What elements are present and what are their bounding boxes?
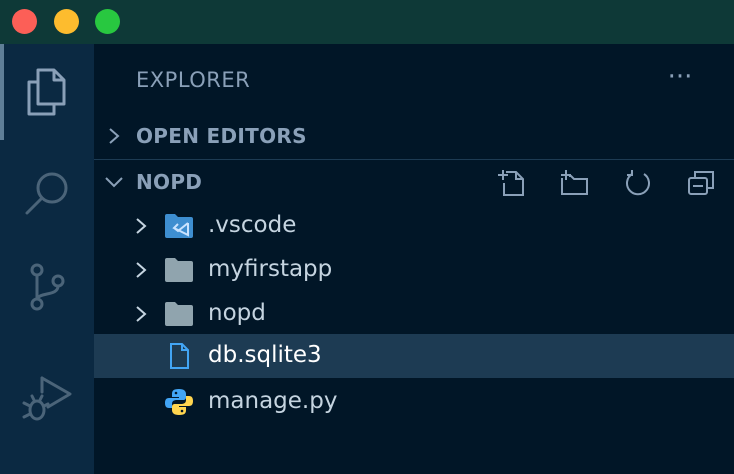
file-icon: [164, 342, 194, 370]
run-debug-icon[interactable]: [18, 364, 76, 422]
folder-icon: [164, 256, 194, 284]
new-folder-icon[interactable]: [559, 168, 589, 198]
explorer-title: EXPLORER: [136, 68, 251, 92]
vscode-folder-icon: [164, 212, 194, 240]
close-window-button[interactable]: [12, 9, 37, 34]
tree-item-manage-py[interactable]: manage.py: [94, 380, 734, 424]
tree-item-nopd[interactable]: nopd: [94, 292, 734, 336]
chevron-down-icon: [105, 177, 123, 188]
python-icon: [164, 388, 194, 416]
folder-icon: [164, 300, 194, 328]
folder-section-nopd[interactable]: NOPD: [94, 159, 734, 204]
item-name: .vscode: [208, 212, 297, 238]
source-control-icon[interactable]: [18, 256, 76, 314]
chevron-right-icon: [136, 218, 147, 234]
chevron-right-icon: [136, 306, 147, 322]
maximize-window-button[interactable]: [95, 9, 120, 34]
new-file-icon[interactable]: [496, 168, 526, 198]
explorer-panel: EXPLORER ··· OPEN EDITORS NOPD .vscode m…: [94, 44, 734, 474]
tree-item-db-sqlite3[interactable]: db.sqlite3: [94, 334, 734, 378]
title-bar: [0, 0, 734, 44]
chevron-right-icon: [109, 128, 120, 144]
tree-item-myfirstapp[interactable]: myfirstapp: [94, 248, 734, 292]
collapse-all-icon[interactable]: [686, 168, 716, 198]
minimize-window-button[interactable]: [54, 9, 79, 34]
item-name: manage.py: [208, 388, 338, 414]
open-editors-section[interactable]: OPEN EDITORS: [94, 114, 734, 158]
more-actions-icon[interactable]: ···: [660, 62, 700, 92]
active-indicator: [0, 44, 4, 140]
item-name: nopd: [208, 300, 266, 326]
files-icon[interactable]: [18, 62, 76, 120]
folder-label: NOPD: [136, 170, 203, 194]
folder-actions: [470, 168, 716, 198]
tree-item-vscode[interactable]: .vscode: [94, 204, 734, 248]
search-icon[interactable]: [18, 166, 76, 224]
chevron-right-icon: [136, 262, 147, 278]
item-name: db.sqlite3: [208, 342, 322, 368]
open-editors-label: OPEN EDITORS: [136, 124, 307, 148]
activity-bar: [0, 44, 94, 474]
refresh-icon[interactable]: [623, 168, 653, 198]
item-name: myfirstapp: [208, 256, 333, 282]
